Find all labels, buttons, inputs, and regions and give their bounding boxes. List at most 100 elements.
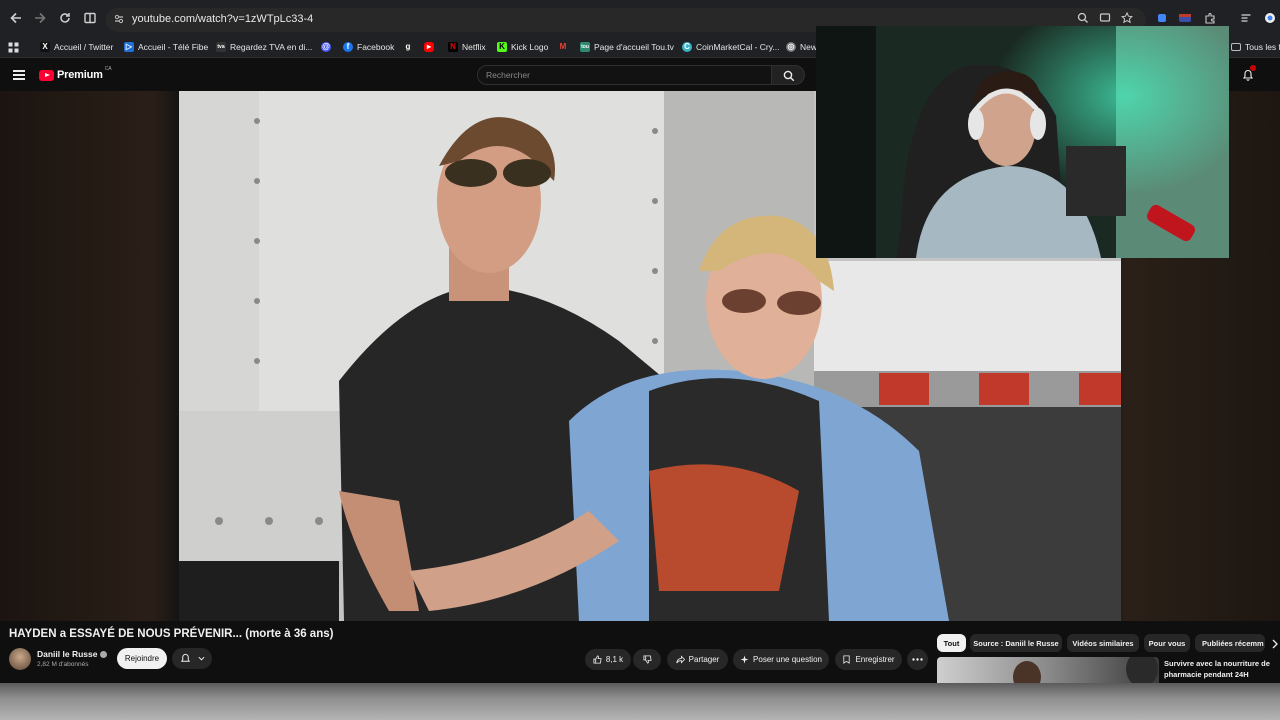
extension-icon[interactable] xyxy=(1156,12,1168,26)
bookmark-label: Page d'accueil Tou.tv xyxy=(594,42,674,52)
dislike-button[interactable] xyxy=(633,649,661,670)
extension-badge-icon[interactable] xyxy=(1178,12,1192,26)
notification-badge xyxy=(1250,65,1256,71)
cast-icon[interactable] xyxy=(1099,12,1111,26)
reload-icon[interactable] xyxy=(57,10,73,26)
bookmark-label: Facebook xyxy=(357,42,395,52)
toutv-icon: tou xyxy=(580,42,590,52)
save-button[interactable]: Enregistrer xyxy=(835,649,902,670)
bookmark-label: Accueil / Twitter xyxy=(54,42,114,52)
thumbs-up-icon xyxy=(593,655,602,664)
streamer-webcam xyxy=(816,26,1229,258)
channel-name[interactable]: Daniil le Russe xyxy=(37,649,97,659)
bookmark-item[interactable]: ▸ xyxy=(424,40,438,54)
recommended-video-title[interactable]: Survivre avec la nourriture de pharmacie… xyxy=(1164,658,1274,680)
bookmark-star-icon[interactable] xyxy=(1120,11,1134,26)
region-code: CA xyxy=(104,66,112,72)
search-button[interactable] xyxy=(771,65,805,85)
bookmark-item[interactable]: tva Regardez TVA en di... xyxy=(216,40,312,54)
bookmark-item[interactable]: C CoinMarketCal - Cry... xyxy=(682,40,779,54)
zoom-icon[interactable] xyxy=(1077,12,1089,26)
channel-name-row[interactable]: Daniil le Russe xyxy=(37,649,108,659)
bookmark-label: CoinMarketCal - Cry... xyxy=(696,42,780,52)
ask-question-button[interactable]: Poser une question xyxy=(733,649,829,670)
search-icon xyxy=(783,70,795,82)
bottom-background xyxy=(0,683,1280,720)
bookmark-item[interactable]: X Accueil / Twitter xyxy=(40,40,113,54)
chevron-down-icon xyxy=(198,656,205,661)
recommended-video-thumbnail[interactable] xyxy=(937,657,1159,683)
site-info-icon[interactable] xyxy=(112,12,126,26)
bookmark-label: New xyxy=(800,42,818,52)
like-button[interactable]: 8,1 k xyxy=(585,649,631,670)
back-icon[interactable] xyxy=(8,10,24,26)
bookmark-item[interactable]: @ xyxy=(321,40,335,54)
bookmark-label: Accueil - Télé Fibe xyxy=(138,42,209,52)
bookmark-label: Kick Logo xyxy=(511,42,549,52)
bookmark-label: Regardez TVA en di... xyxy=(230,42,313,52)
bookmark-icon xyxy=(843,655,851,664)
bookmark-item[interactable]: M xyxy=(558,40,572,54)
verified-icon xyxy=(100,651,108,659)
search-placeholder: Rechercher xyxy=(486,70,530,80)
bookmark-item[interactable]: ▷ Accueil - Télé Fibe xyxy=(124,40,208,54)
sparkle-icon xyxy=(740,655,749,664)
url-text[interactable]: youtube.com/watch?v=1zWTpLc33-4 xyxy=(132,13,313,25)
g-icon: g xyxy=(403,42,413,52)
bookmark-item[interactable]: N Netflix xyxy=(448,40,486,54)
chip-all[interactable]: Tout xyxy=(937,634,966,652)
youtube-logo-icon xyxy=(39,69,54,81)
kick-icon: K xyxy=(497,42,507,52)
x-icon: X xyxy=(40,42,50,52)
subscription-bell-button[interactable] xyxy=(172,648,212,669)
share-icon xyxy=(675,655,685,664)
fibe-icon: ▷ xyxy=(124,42,134,52)
bookmark-item[interactable]: K Kick Logo xyxy=(497,40,548,54)
thumbs-down-icon xyxy=(642,655,652,664)
profile-icon[interactable] xyxy=(1264,12,1276,26)
chips-next-icon[interactable] xyxy=(1271,637,1280,649)
join-button[interactable]: Rejoindre xyxy=(117,648,167,669)
all-bookmarks-folder[interactable]: Tous les f xyxy=(1231,40,1280,54)
youtube-premium-logo[interactable]: Premium CA xyxy=(39,66,112,81)
sidepanel-icon[interactable] xyxy=(82,10,98,26)
threads-icon: @ xyxy=(321,42,331,52)
menu-icon[interactable] xyxy=(13,70,25,80)
chip-recent[interactable]: Publiées récemm xyxy=(1195,634,1265,652)
netflix-icon: N xyxy=(448,42,458,52)
webcam-image xyxy=(816,26,1229,258)
tva-icon: tva xyxy=(216,42,226,52)
media-controls-icon[interactable] xyxy=(1240,12,1252,26)
channel-avatar[interactable] xyxy=(9,648,31,670)
video-title: HAYDEN a ESSAYÉ DE NOUS PRÉVENIR... (mor… xyxy=(9,628,334,640)
coin-icon: C xyxy=(682,42,692,52)
chip-source[interactable]: Source : Daniil le Russe xyxy=(970,634,1062,652)
bookmark-label: Tous les f xyxy=(1245,42,1280,52)
logo-text: Premium xyxy=(57,69,103,81)
share-button[interactable]: Partager xyxy=(667,649,728,670)
extensions-puzzle-icon[interactable] xyxy=(1204,12,1216,26)
bookmark-item[interactable]: tou Page d'accueil Tou.tv xyxy=(580,40,674,54)
youtube-icon: ▸ xyxy=(424,42,434,52)
ask-question-label: Poser une question xyxy=(753,655,822,664)
bookmark-item[interactable]: g xyxy=(403,40,417,54)
globe-icon: ◎ xyxy=(786,42,796,52)
subscriber-count: 2,82 M d'abonnés xyxy=(37,661,89,668)
share-label: Partager xyxy=(688,655,720,664)
save-label: Enregistrer xyxy=(855,655,895,664)
folder-icon xyxy=(1231,43,1241,51)
bookmark-label: Netflix xyxy=(462,42,486,52)
more-actions-button[interactable] xyxy=(907,649,928,670)
bookmark-item[interactable]: ◎ New xyxy=(786,40,817,54)
forward-icon[interactable] xyxy=(32,10,48,26)
chip-similar[interactable]: Vidéos similaires xyxy=(1067,634,1139,652)
gmail-icon: M xyxy=(558,42,568,52)
like-count: 8,1 k xyxy=(605,655,624,664)
apps-grid-icon[interactable] xyxy=(8,40,19,54)
facebook-icon: f xyxy=(343,42,353,52)
bell-icon xyxy=(180,653,191,662)
chip-for-you[interactable]: Pour vous xyxy=(1144,634,1190,652)
bookmark-item[interactable]: f Facebook xyxy=(343,40,394,54)
more-horizontal-icon xyxy=(912,658,923,661)
thumbnail-image xyxy=(1013,657,1158,683)
